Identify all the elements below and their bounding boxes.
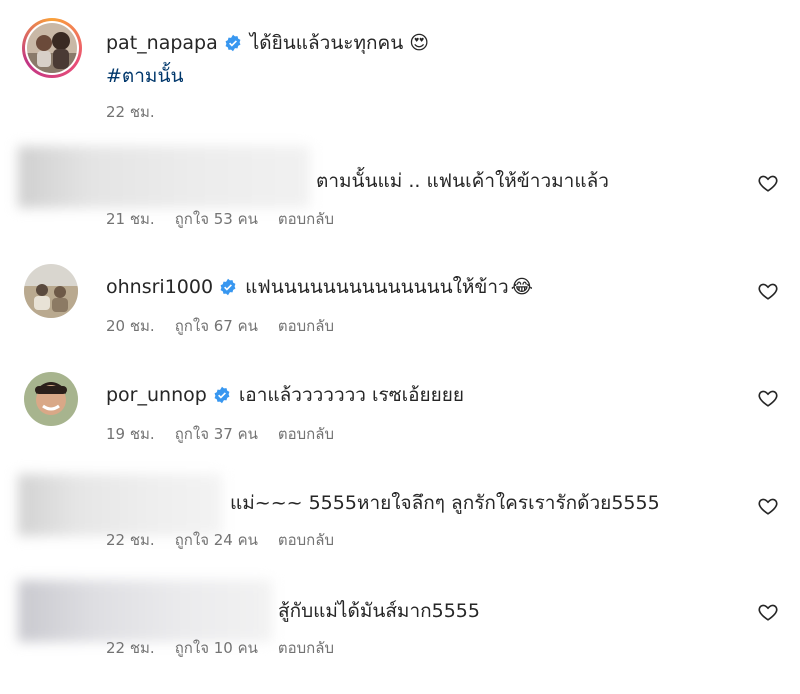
comment-time[interactable]: 22 ชม. xyxy=(106,528,155,552)
commenter-avatar[interactable] xyxy=(24,264,78,318)
comment-time[interactable]: 19 ชม. xyxy=(106,422,155,446)
comment-line: แม่~~~ 5555หายใจลึกๆ ลูกรักใครเรารักด้วย… xyxy=(230,488,660,518)
comment-line: ตามนั้นแม่ .. แฟนเค้าให้ข้าวมาแล้ว xyxy=(316,166,609,196)
redacted-user-area xyxy=(18,146,310,208)
commenter-avatar[interactable] xyxy=(24,372,78,426)
comment-meta: 21 ชม. ถูกใจ 53 คน ตอบกลับ xyxy=(106,207,354,231)
heart-eyes-emoji: 😍 xyxy=(409,32,430,54)
verified-badge-icon xyxy=(214,386,230,404)
comment-line: สู้กับแม่ได้มันส์มาก5555 xyxy=(278,596,480,626)
comment-meta: 20 ชม. ถูกใจ 67 คน ตอบกลับ xyxy=(106,314,354,338)
post-time[interactable]: 22 ชม. xyxy=(106,100,155,124)
heart-outline-icon[interactable] xyxy=(757,387,779,409)
heart-outline-icon[interactable] xyxy=(757,495,779,517)
post-caption-text: ได้ยินแล้วนะทุกคน xyxy=(249,32,404,54)
comment-likes[interactable]: ถูกใจ 24 คน xyxy=(175,528,258,552)
reply-button[interactable]: ตอบกลับ xyxy=(278,528,334,552)
comment-username[interactable]: por_unnop xyxy=(106,384,207,406)
post-author-avatar[interactable] xyxy=(22,18,82,78)
reply-button[interactable]: ตอบกลับ xyxy=(278,207,334,231)
comment-meta: 22 ชม. ถูกใจ 10 คน ตอบกลับ xyxy=(106,636,354,660)
post-username[interactable]: pat_napapa xyxy=(106,32,218,54)
laughing-emoji: 😂 xyxy=(510,276,533,298)
comment-meta: 19 ชม. ถูกใจ 37 คน ตอบกลับ xyxy=(106,422,354,446)
comment-line: ohnsri1000 แฟนนนนนนนนนนนนนนให้ข้าว 😂 xyxy=(106,272,533,302)
comment-meta: 22 ชม. ถูกใจ 24 คน ตอบกลับ xyxy=(106,528,354,552)
comment-text: ตามนั้นแม่ .. แฟนเค้าให้ข้าวมาแล้ว xyxy=(316,170,609,192)
verified-badge-icon xyxy=(225,34,241,52)
comment-text: สู้กับแม่ได้มันส์มาก5555 xyxy=(278,600,480,622)
comment-username[interactable]: ohnsri1000 xyxy=(106,276,213,298)
post-caption-line: pat_napapa ได้ยินแล้วนะทุกคน 😍 xyxy=(106,28,429,58)
reply-button[interactable]: ตอบกลับ xyxy=(278,314,334,338)
comment-likes[interactable]: ถูกใจ 67 คน xyxy=(175,314,258,338)
post-hashtag[interactable]: #ตามนั้น xyxy=(106,61,183,91)
heart-outline-icon[interactable] xyxy=(757,601,779,623)
reply-button[interactable]: ตอบกลับ xyxy=(278,422,334,446)
comment-time[interactable]: 20 ชม. xyxy=(106,314,155,338)
comment-line: por_unnop เอาแล้ววววววว เรซเอ้ยยยย xyxy=(106,380,464,410)
comment-time[interactable]: 22 ชม. xyxy=(106,636,155,660)
comment-text: แม่~~~ 5555หายใจลึกๆ ลูกรักใครเรารักด้วย… xyxy=(230,492,660,514)
heart-outline-icon[interactable] xyxy=(757,172,779,194)
verified-badge-icon xyxy=(220,278,236,296)
comment-likes[interactable]: ถูกใจ 53 คน xyxy=(175,207,258,231)
comment-time[interactable]: 21 ชม. xyxy=(106,207,155,231)
comment-text: แฟนนนนนนนนนนนนนนให้ข้าว xyxy=(245,276,509,298)
reply-button[interactable]: ตอบกลับ xyxy=(278,636,334,660)
redacted-user-area xyxy=(18,474,222,536)
comment-likes[interactable]: ถูกใจ 10 คน xyxy=(175,636,258,660)
comment-text: เอาแล้ววววววว เรซเอ้ยยยย xyxy=(238,384,465,406)
post-meta: 22 ชม. xyxy=(106,100,175,124)
heart-outline-icon[interactable] xyxy=(757,280,779,302)
comment-likes[interactable]: ถูกใจ 37 คน xyxy=(175,422,258,446)
redacted-user-area xyxy=(18,580,272,642)
